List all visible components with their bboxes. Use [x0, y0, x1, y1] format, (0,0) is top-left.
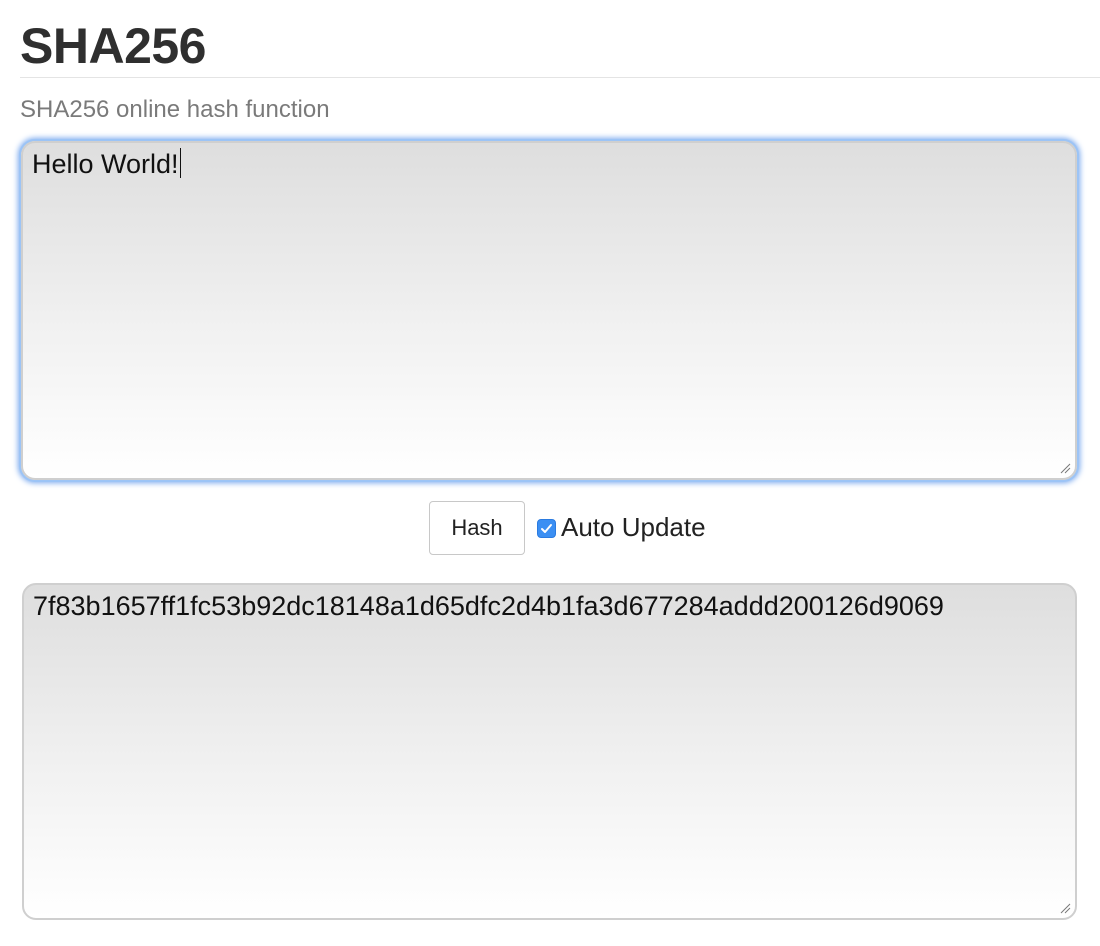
auto-update-control[interactable]: Auto Update	[537, 510, 706, 544]
title-divider	[20, 77, 1100, 78]
text-caret	[179, 148, 181, 178]
page-title: SHA256	[20, 18, 207, 74]
checkmark-icon	[541, 524, 552, 533]
hash-button[interactable]: Hash	[429, 501, 525, 555]
resize-grip-icon[interactable]	[1059, 462, 1071, 474]
output-textarea[interactable]: 7f83b1657ff1fc53b92dc18148a1d65dfc2d4b1f…	[22, 583, 1077, 920]
page-subtitle: SHA256 online hash function	[20, 96, 330, 123]
resize-grip-icon[interactable]	[1059, 902, 1071, 914]
auto-update-checkbox[interactable]	[537, 519, 556, 538]
auto-update-label[interactable]: Auto Update	[561, 510, 706, 544]
input-textarea[interactable]: Hello World!	[21, 141, 1077, 480]
input-text: Hello World!	[32, 149, 179, 179]
output-hash-text: 7f83b1657ff1fc53b92dc18148a1d65dfc2d4b1f…	[33, 591, 944, 621]
page: SHA256 SHA256 online hash function Hello…	[0, 0, 1100, 946]
